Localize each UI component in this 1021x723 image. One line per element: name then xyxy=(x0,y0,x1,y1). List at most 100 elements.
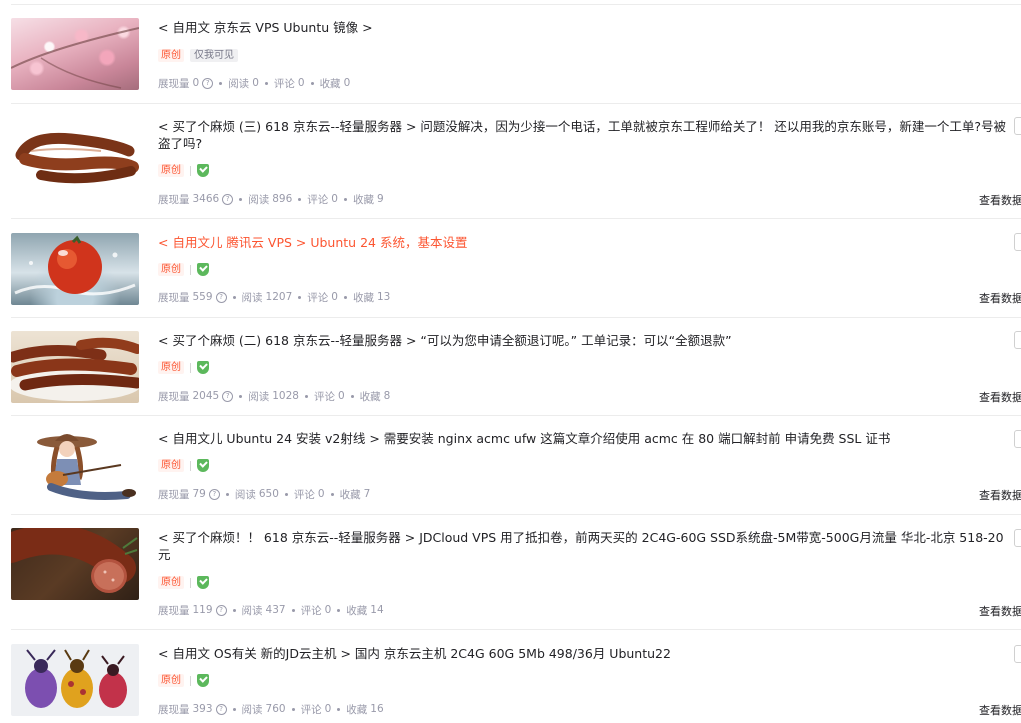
view-data-link[interactable]: 查看数据 xyxy=(979,290,1021,306)
favorites-label: 收藏 xyxy=(346,703,368,716)
favorites-value: 16 xyxy=(370,703,384,715)
reads-label: 阅读 xyxy=(241,291,263,304)
row-checkbox[interactable] xyxy=(1014,645,1021,663)
comments-value: 0 xyxy=(331,193,338,205)
separator-dot xyxy=(291,608,295,612)
separator-dot xyxy=(343,295,347,299)
row-checkbox[interactable] xyxy=(1014,117,1021,135)
view-data-link[interactable]: 查看数据 xyxy=(979,603,1021,619)
cowgirl-guitar-icon xyxy=(37,434,136,500)
help-icon[interactable]: ? xyxy=(215,604,227,616)
comments-value: 0 xyxy=(317,488,325,500)
verified-shield-icon xyxy=(197,459,209,472)
article-stats: 展现量 119 ? 阅读 437 评论 0 收藏 14 xyxy=(158,602,384,618)
row-checkbox[interactable] xyxy=(1014,430,1021,448)
article-title[interactable]: < 买了个麻烦 (二) 618 京东云--轻量服务器 > “可以为您申请全额退订… xyxy=(158,332,1008,349)
verified-shield-icon xyxy=(197,674,209,687)
separator-dot xyxy=(232,608,236,612)
favorites-label: 收藏 xyxy=(339,488,361,501)
separator-dot xyxy=(239,394,243,398)
view-data-link[interactable]: 查看数据 xyxy=(979,702,1021,718)
favorites-value: 13 xyxy=(376,291,391,303)
article-thumbnail[interactable] xyxy=(11,429,139,501)
article-title[interactable]: < 自用文 OS有关 新的JD云主机 > 国内 京东云主机 2C4G 60G 5… xyxy=(158,645,1008,662)
help-icon[interactable]: ? xyxy=(222,390,234,402)
tag-separator xyxy=(190,460,191,471)
sausage-icon xyxy=(15,132,139,184)
tag-separator xyxy=(190,577,191,588)
separator-dot xyxy=(343,197,347,201)
comments-value: 0 xyxy=(297,77,305,89)
view-data-link[interactable]: 查看数据 xyxy=(979,389,1021,405)
list-item: < 买了个麻烦 (三) 618 京东云--轻量服务器 > 问题没解决，因为少接一… xyxy=(0,103,1021,207)
reads-value: 896 xyxy=(272,193,293,205)
article-stats: 展现量 0 ? 阅读 0 评论 0 收藏 0 xyxy=(158,75,350,91)
impressions-value: 559 xyxy=(192,291,213,303)
article-tags: 原创 xyxy=(158,575,209,590)
help-icon[interactable]: ? xyxy=(215,291,227,303)
favorites-label: 收藏 xyxy=(352,193,374,206)
favorites-value: 0 xyxy=(343,77,351,89)
article-title[interactable]: < 自用文儿 腾讯云 VPS > Ubuntu 24 系统，基本设置 xyxy=(158,234,1008,251)
impressions-label: 展现量 xyxy=(158,390,190,403)
article-stats: 展现量 79 ? 阅读 650 评论 0 收藏 7 xyxy=(158,486,370,502)
favorites-value: 7 xyxy=(363,488,371,500)
comments-label: 评论 xyxy=(300,604,322,617)
article-title[interactable]: < 自用文儿 Ubuntu 24 安装 v2射线 > 需要安装 nginx ac… xyxy=(158,430,1008,447)
favorites-value: 14 xyxy=(370,604,384,616)
article-title[interactable]: < 自用文 京东云 VPS Ubuntu 镜像 > xyxy=(158,19,1008,36)
sliced-sausage-icon xyxy=(11,528,138,593)
row-checkbox[interactable] xyxy=(1014,529,1021,547)
reads-value: 1028 xyxy=(272,390,299,402)
separator-dot xyxy=(239,197,243,201)
visibility-tag: 仅我可见 xyxy=(190,49,238,62)
impressions-value: 119 xyxy=(192,604,213,616)
separator-dot xyxy=(310,81,314,85)
article-thumbnail[interactable] xyxy=(11,233,139,305)
reads-label: 阅读 xyxy=(234,488,256,501)
impressions-label: 展现量 xyxy=(158,703,190,716)
article-tags: 原创 xyxy=(158,262,209,277)
article-thumbnail[interactable] xyxy=(11,644,139,716)
tag-separator xyxy=(190,362,191,373)
comments-value: 0 xyxy=(337,390,345,402)
list-item: < 买了个麻烦 (二) 618 京东云--轻量服务器 > “可以为您申请全额退订… xyxy=(0,317,1021,415)
reads-label: 阅读 xyxy=(241,703,263,716)
reads-label: 阅读 xyxy=(248,390,270,403)
original-tag: 原创 xyxy=(158,361,184,374)
row-checkbox[interactable] xyxy=(1014,233,1021,251)
view-data-link[interactable]: 查看数据 xyxy=(979,487,1021,503)
favorites-value: 8 xyxy=(383,390,391,402)
impressions-value: 0 xyxy=(192,77,200,89)
reads-label: 阅读 xyxy=(241,604,263,617)
tag-separator xyxy=(190,264,191,275)
impressions-value: 3466 xyxy=(192,193,220,205)
article-title[interactable]: < 买了个麻烦 (三) 618 京东云--轻量服务器 > 问题没解决，因为少接一… xyxy=(158,118,1008,152)
list-item: < 自用文儿 腾讯云 VPS > Ubuntu 24 系统，基本设置 原创 展现… xyxy=(0,218,1021,316)
reads-value: 760 xyxy=(265,703,286,715)
separator-dot xyxy=(350,394,354,398)
reads-value: 0 xyxy=(252,77,259,89)
help-icon[interactable]: ? xyxy=(202,77,214,89)
separator-dot xyxy=(337,707,341,711)
help-icon[interactable]: ? xyxy=(222,193,234,205)
article-title[interactable]: < 买了个麻烦！！ 618 京东云--轻量服务器 > JDCloud VPS 用… xyxy=(158,529,1008,563)
favorites-value: 9 xyxy=(376,193,384,205)
impressions-value: 2045 xyxy=(192,390,220,402)
grilled-sausages-icon xyxy=(11,337,139,401)
article-thumbnail[interactable] xyxy=(11,18,139,90)
original-tag: 原创 xyxy=(158,49,184,62)
reads-value: 650 xyxy=(258,488,279,500)
help-icon[interactable]: ? xyxy=(208,488,220,500)
row-checkbox[interactable] xyxy=(1014,331,1021,349)
impressions-label: 展现量 xyxy=(158,488,190,501)
comments-label: 评论 xyxy=(307,193,329,206)
view-data-link[interactable]: 查看数据 xyxy=(979,192,1021,208)
help-icon[interactable]: ? xyxy=(215,703,227,715)
reads-value: 437 xyxy=(265,604,286,616)
article-thumbnail[interactable] xyxy=(11,117,139,189)
reads-value: 1207 xyxy=(265,291,293,303)
reads-label: 阅读 xyxy=(228,77,250,90)
article-thumbnail[interactable] xyxy=(11,331,139,403)
article-thumbnail[interactable] xyxy=(11,528,139,600)
